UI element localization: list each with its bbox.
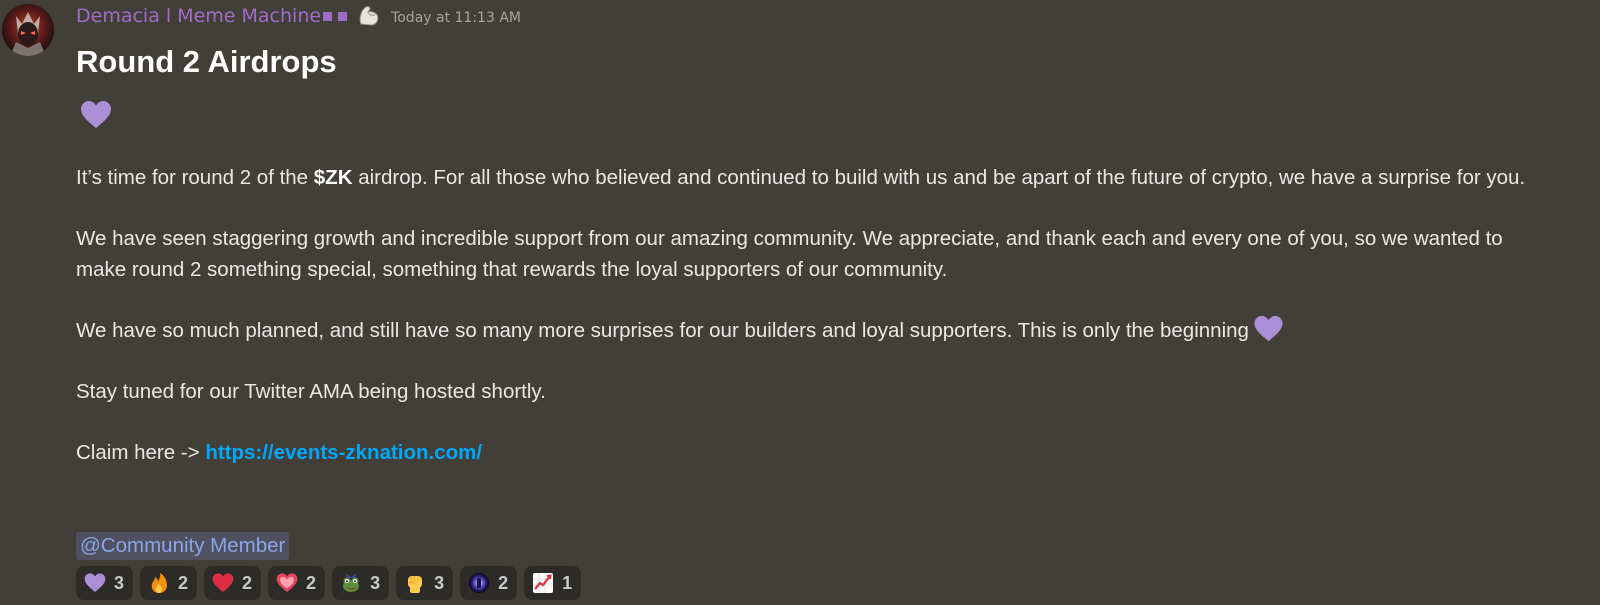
message-header: Demacia l Meme Machine Today at 11:13 AM — [76, 2, 521, 30]
paragraph-claim: Claim here -> https://events-zknation.co… — [76, 437, 1546, 468]
reaction-count: 2 — [306, 572, 317, 593]
paragraph-text: airdrop. For all those who believed and … — [352, 166, 1526, 189]
paragraph-community: We have seen staggering growth and incre… — [76, 227, 1503, 281]
reaction-count: 2 — [178, 572, 189, 593]
flexed-biceps-icon — [355, 2, 383, 30]
reaction-portal[interactable]: 2 — [460, 566, 518, 600]
timestamp[interactable]: Today at 11:13 AM — [391, 7, 521, 26]
reaction-fire[interactable]: 2 — [140, 566, 198, 600]
message-title: Round 2 Airdrops — [76, 44, 337, 79]
claim-label: Claim here -> — [76, 441, 206, 464]
message-body: It’s time for round 2 of the $ZK airdrop… — [76, 162, 1546, 498]
reaction-count: 3 — [114, 572, 125, 593]
reaction-purple-heart[interactable]: 3 — [76, 566, 134, 600]
reaction-count: 2 — [242, 572, 253, 593]
heart-icon — [276, 572, 298, 594]
purple-heart-icon — [1253, 315, 1284, 343]
pepe-icon — [340, 572, 362, 594]
avatar[interactable] — [2, 4, 54, 56]
author-name[interactable]: Demacia l Meme Machine — [76, 5, 321, 27]
purple-heart-icon — [80, 100, 112, 130]
reaction-chart-increasing[interactable]: 1 — [524, 566, 582, 600]
purple-heart-icon — [84, 572, 106, 594]
reactions-bar: 3 2 2 2 3 3 2 1 — [76, 566, 582, 600]
paragraph-intro: It’s time for round 2 of the $ZK airdrop… — [76, 162, 1546, 193]
paragraph-text: We have so much planned, and still have … — [76, 319, 1249, 342]
reaction-raised-fist[interactable]: 3 — [396, 566, 454, 600]
role-square-icon — [323, 11, 333, 21]
portal-icon — [468, 572, 490, 594]
claim-link[interactable]: https://events-zknation.com/ — [205, 441, 482, 464]
raised-fist-icon — [404, 572, 426, 594]
paragraph-plans: We have so much planned, and still have … — [76, 315, 1546, 346]
reaction-heart[interactable]: 2 — [268, 566, 326, 600]
role-icons — [323, 11, 353, 21]
reaction-red-heart[interactable]: 2 — [204, 566, 262, 600]
reaction-count: 1 — [562, 572, 573, 593]
reaction-count: 3 — [370, 572, 381, 593]
token-name: $ZK — [313, 166, 353, 189]
chat-message: Demacia l Meme Machine Today at 11:13 AM… — [0, 0, 1600, 605]
role-mention[interactable]: @Community Member — [76, 532, 290, 560]
reaction-count: 2 — [498, 572, 509, 593]
paragraph-text: It’s time for round 2 of the — [76, 166, 314, 189]
chart-increasing-icon — [532, 572, 554, 594]
fire-icon — [148, 572, 170, 594]
role-square-icon — [338, 11, 348, 21]
reaction-pepe[interactable]: 3 — [332, 566, 390, 600]
red-heart-icon — [212, 572, 234, 594]
paragraph-ama: Stay tuned for our Twitter AMA being hos… — [76, 380, 546, 403]
reaction-count: 3 — [434, 572, 445, 593]
